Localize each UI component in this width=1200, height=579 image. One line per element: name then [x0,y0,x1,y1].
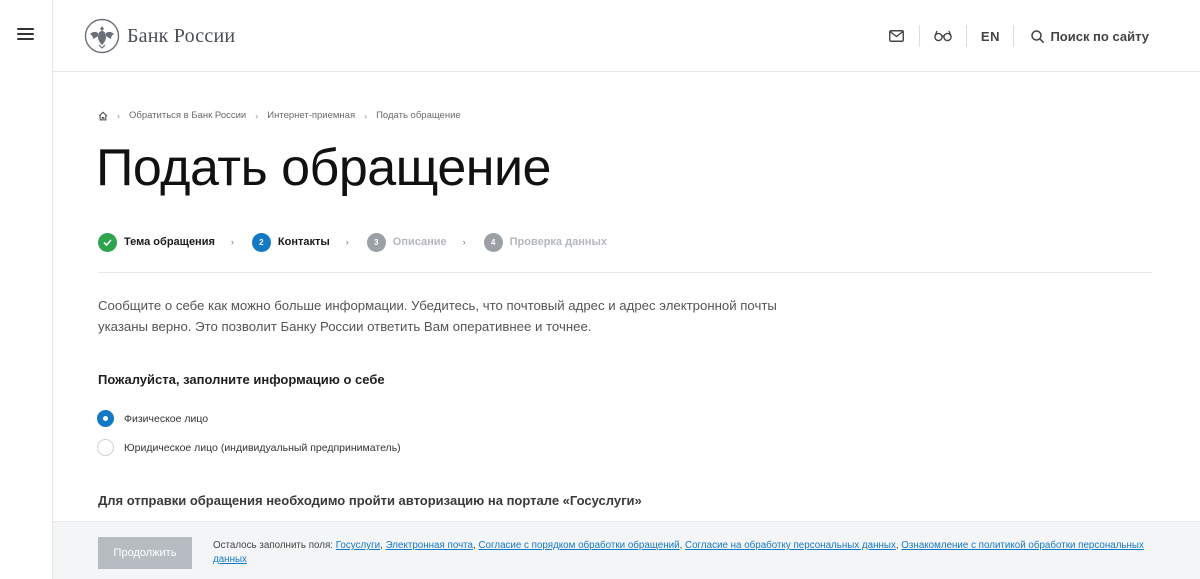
check-icon [98,232,117,252]
radio-label: Юридическое лицо (индивидуальный предпри… [124,441,401,454]
radio-button-checked[interactable] [97,410,114,427]
radio-individual[interactable]: Физическое лицо [97,410,208,427]
remaining-field-link[interactable]: Электронная почта [386,540,473,551]
step-topic[interactable]: Тема обращения [98,232,215,252]
footer-bar: Продолжить Осталось заполнить поля: Госу… [53,521,1200,579]
step-number: 3 [366,232,386,252]
eagle-emblem-icon [84,18,120,54]
header-actions: EN Поиск по сайту [873,0,1200,72]
remaining-label: Осталось заполнить поля: [213,540,334,551]
section-title: Пожалуйста, заполните информацию о себе [98,372,385,387]
radio-label: Физическое лицо [124,412,209,425]
breadcrumb-item[interactable]: Обратиться в Банк России [129,110,246,121]
breadcrumb-separator: › [117,110,120,121]
step-contacts[interactable]: 2 Контакты [251,232,330,252]
remaining-field-link[interactable]: Согласие с порядком обработки обращений [478,540,679,551]
breadcrumb-separator: › [364,110,368,121]
step-review: 4 Проверка данных [483,232,608,252]
search-label: Поиск по сайту [1050,28,1149,44]
left-rail [0,0,53,579]
step-label: Тема обращения [124,236,215,248]
breadcrumb-item[interactable]: Интернет-приемная [267,110,355,121]
accessibility-glasses-icon[interactable] [920,24,966,48]
intro-text: Сообщите о себе как можно больше информа… [98,298,777,334]
page-title: Подать обращение [96,139,551,197]
breadcrumb: › Обратиться в Банк России › Интернет-пр… [98,110,461,121]
mail-icon[interactable] [873,24,919,48]
continue-button[interactable]: Продолжить [98,537,192,569]
step-label: Контакты [277,236,330,248]
step-label: Проверка данных [509,236,608,248]
divider [98,272,1152,273]
step-label: Описание [392,236,447,248]
search-icon [1031,29,1045,43]
breadcrumb-item-current: Подать обращение [376,110,461,121]
chevron-right-icon: › [230,237,234,247]
site-header: Банк России EN Поиск по сайту [53,0,1200,72]
chevron-right-icon: › [345,237,349,247]
auth-note: Для отправки обращения необходимо пройти… [98,493,642,508]
chevron-right-icon: › [462,237,466,247]
radio-button[interactable] [97,439,114,456]
language-switch[interactable]: EN [967,29,1013,44]
logo[interactable]: Банк России [84,18,235,54]
form-stepper: Тема обращения › 2 Контакты › 3 Описание… [98,232,607,252]
remaining-field-link[interactable]: Госуслуги [336,540,380,551]
radio-legal-entity[interactable]: Юридическое лицо (индивидуальный предпри… [97,439,401,456]
menu-icon[interactable] [17,28,34,42]
step-number: 2 [251,232,271,252]
search-button[interactable]: Поиск по сайту [1014,29,1200,44]
step-number: 4 [483,232,503,252]
breadcrumb-separator: › [255,110,259,121]
remaining-field-link[interactable]: Согласие на обработку персональных данны… [685,540,896,551]
remaining-fields: Осталось заполнить поля: Госуслуги, Элек… [213,540,1144,565]
home-icon[interactable] [98,111,108,121]
step-description: 3 Описание [366,232,447,252]
logo-text: Банк России [127,24,236,47]
